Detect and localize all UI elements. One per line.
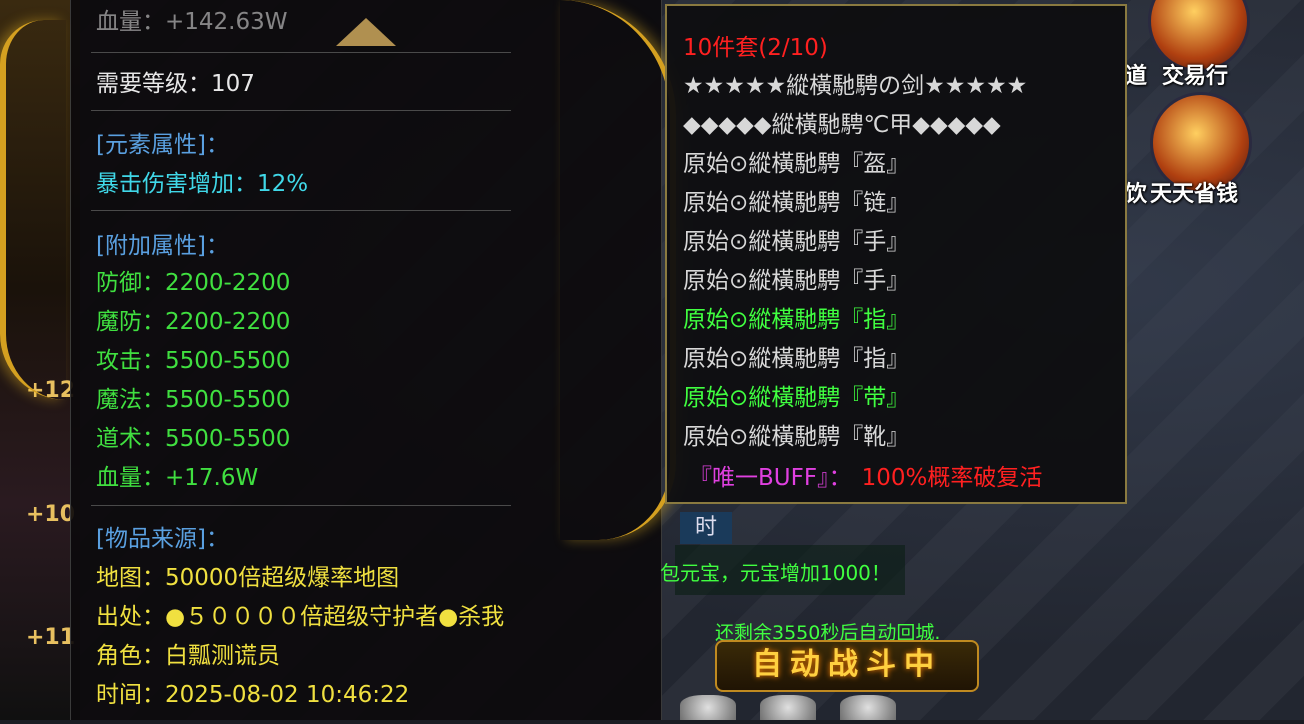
stat-magic: 魔法：5500-5500 (96, 387, 291, 413)
chat-time-tab[interactable]: 时 (680, 512, 732, 544)
set-piece-necklace: 原始⊙縱橫馳騁『链』 (683, 190, 910, 216)
set-piece-helmet: 原始⊙縱橫馳騁『盔』 (683, 151, 910, 177)
gold-dragon-frame-left (0, 20, 66, 400)
set-piece-boots: 原始⊙縱橫馳騁『靴』 (683, 424, 910, 450)
hp-total-line: 血量：+142.63W (96, 9, 288, 35)
item-source-header: [物品来源]： (96, 526, 229, 552)
set-piece-bracelet: 原始⊙縱橫馳騁『手』 (683, 229, 910, 255)
unique-buff-label: 『唯一BUFF』： (689, 465, 852, 491)
required-level-label: 需要等级： (96, 71, 211, 97)
set-piece-belt: 原始⊙縱橫馳騁『带』 (683, 385, 910, 411)
set-piece-ring: 原始⊙縱橫馳騁『指』 (683, 346, 910, 372)
daily-save-label[interactable]: 天天省钱 (1150, 176, 1238, 208)
trade-icon-label[interactable]: 交易行 (1162, 58, 1228, 90)
set-piece-ring: 原始⊙縱橫馳騁『指』 (683, 307, 910, 333)
partial-icon-label: 饮 (1125, 182, 1148, 207)
stat-attack: 攻击：5500-5500 (96, 348, 291, 374)
stat-magic-defense: 魔防：2200-2200 (96, 309, 291, 335)
left-strip-number: +10 (26, 502, 76, 527)
set-weapon: ★★★★★縱橫馳騁の剑★★★★★ (683, 73, 1028, 99)
set-piece-bracelet: 原始⊙縱橫馳騁『手』 (683, 268, 910, 294)
stat-taoism: 道术：5500-5500 (96, 426, 291, 452)
source-map: 地图：50000倍超级爆率地图 (96, 565, 400, 591)
source-time: 时间：2025-08-02 10:46:22 (96, 682, 410, 708)
crit-damage-line: 暴击伤害增加：12% (96, 164, 308, 198)
partial-icon-label: 道 (1125, 64, 1148, 89)
crit-damage-value: 12% (257, 171, 309, 197)
gold-dragon-frame-right (560, 0, 676, 540)
bottom-item-row (680, 695, 920, 720)
unique-buff-value: 100%概率破复活 (861, 465, 1043, 491)
scroll-up-arrow-icon[interactable] (336, 18, 396, 46)
set-title: 10件套(2/10) (683, 35, 828, 61)
element-attributes-header: [元素属性]： (96, 132, 229, 158)
stat-defense: 防御：2200-2200 (96, 270, 291, 296)
stat-hp: 血量：+17.6W (96, 465, 259, 491)
required-level-value: 107 (211, 71, 255, 97)
left-strip-number: +11 (26, 625, 76, 650)
yuanbao-message: 包元宝，元宝增加1000！ (660, 561, 891, 585)
set-armor: ◆◆◆◆◆縱橫馳騁℃甲◆◆◆◆◆ (683, 112, 1001, 138)
crit-damage-label: 暴击伤害增加： (96, 171, 257, 197)
required-level-line: 需要等级：107 (96, 64, 255, 98)
bonus-attributes-header: [附加属性]： (96, 233, 229, 259)
source-character: 角色：白瓢测谎员 (96, 643, 280, 669)
item-slot-icon[interactable] (840, 695, 896, 720)
item-slot-icon[interactable] (680, 695, 736, 720)
item-slot-icon[interactable] (760, 695, 816, 720)
auto-battle-button[interactable]: 自动战斗中 (715, 640, 979, 692)
set-bonus-tooltip: 10件套(2/10) ★★★★★縱橫馳騁の剑★★★★★ ◆◆◆◆◆縱橫馳騁℃甲◆… (665, 4, 1127, 504)
source-origin: 出处：●５００００倍超级守护者●杀我 (96, 604, 505, 630)
unique-buff-line: 『唯一BUFF』： 100%概率破复活 (689, 458, 1042, 492)
